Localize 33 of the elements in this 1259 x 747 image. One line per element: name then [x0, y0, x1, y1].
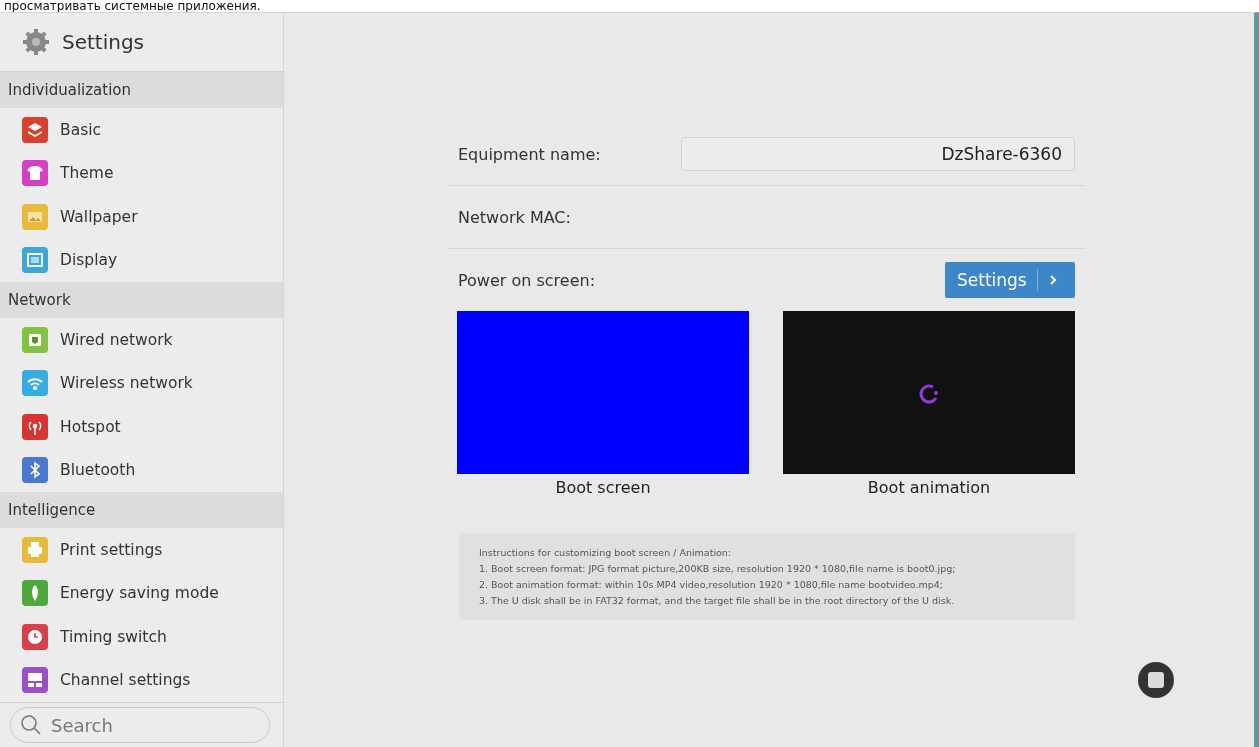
row-label: Equipment name: — [458, 144, 601, 164]
section-heading: Individualization — [0, 72, 283, 108]
row-label: Power on screen: — [458, 270, 596, 290]
sidebar-item[interactable]: Theme — [0, 151, 283, 195]
sidebar-item[interactable]: Wired network — [0, 318, 283, 362]
instruction-line: 2. Boot animation format: within 10s MP4 video,resolution 1920 * 1080,file name bootvideo.mp4; — [479, 579, 944, 590]
instruction-line: 1. Boot screen format: JPG format picture,200KB size, resolution 1920 * 1080,file name is boot0.jpg; — [479, 563, 957, 574]
caption-text: просматривать системные приложения. — [3, 0, 262, 12]
sidebar-item[interactable]: Basic — [0, 108, 283, 152]
instruction-line: 3. The U disk shall be in FAT32 format, and the target file shall be in the root directory of the U disk. — [479, 595, 956, 606]
section-heading: Network — [0, 282, 283, 318]
loading-spinner-icon — [918, 381, 940, 404]
gear-icon — [22, 28, 50, 56]
preview-caption: Boot animation — [867, 478, 991, 497]
sidebar-item[interactable]: Hotspot — [0, 405, 283, 449]
settings-button[interactable]: Settings — [945, 262, 1075, 298]
sidebar-item[interactable]: Wallpaper — [0, 195, 283, 239]
sidebar-item[interactable]: Bluetooth — [0, 448, 283, 492]
sidebar-item[interactable]: Timing switch — [0, 615, 283, 659]
chevron-icon — [1047, 274, 1058, 286]
sidebar-item[interactable]: Display — [0, 238, 283, 282]
equipment-name-field[interactable]: DzShare-6360 — [681, 137, 1075, 171]
sidebar-item[interactable]: Wireless network — [0, 361, 283, 405]
row-label: Network MAC: — [458, 207, 571, 227]
preview-caption: Boot screen — [555, 478, 651, 497]
app-title: Settings — [62, 30, 145, 54]
sidebar-item[interactable]: Energy saving mode — [0, 571, 283, 615]
sidebar-item[interactable]: Print settings — [0, 528, 283, 572]
instructions-title: Instructions for customizing boot screen / Animation: — [479, 547, 733, 558]
section-heading: Intelligence — [0, 492, 283, 528]
sidebar-item[interactable]: Channel settings — [0, 658, 283, 702]
search-field[interactable]: Search — [10, 707, 270, 743]
search-icon — [20, 714, 42, 736]
